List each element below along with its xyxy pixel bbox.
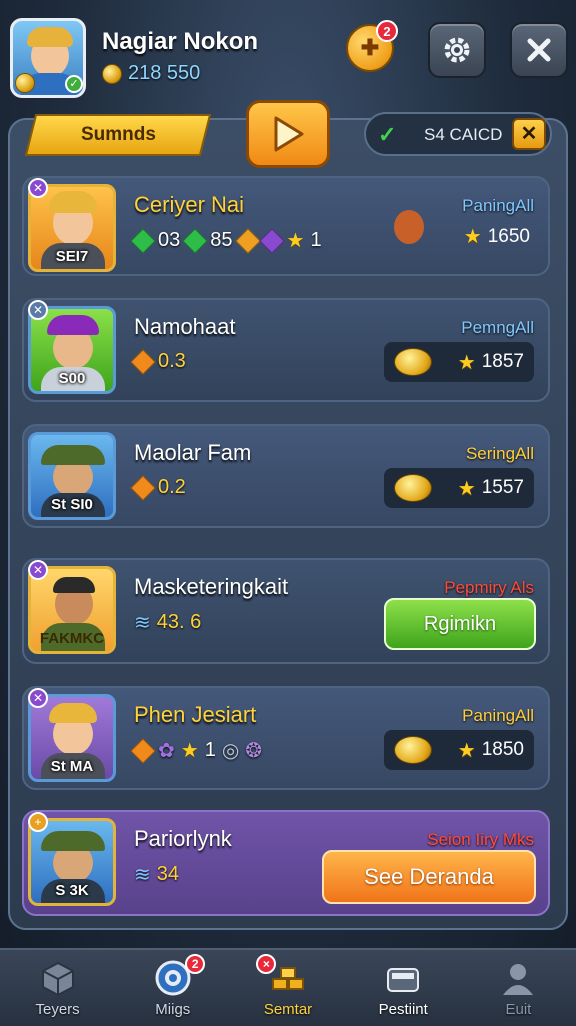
character-token-icon — [394, 210, 424, 244]
rgimikn-button[interactable]: Rgimikn — [384, 598, 536, 650]
row-score: ★ 1650 — [463, 225, 530, 249]
check-icon: ✓ — [378, 122, 397, 147]
row-status-label: Pepmiry Als — [444, 578, 534, 597]
green-gem-icon — [130, 227, 156, 254]
nav-item-semtar[interactable]: Semtar × — [230, 950, 345, 1026]
status-pill: ✓ S4 CAICD ✕ — [364, 112, 552, 156]
wallet-icon — [387, 968, 420, 992]
verified-check-icon: ✓ — [65, 75, 83, 93]
row-status-label: PaningAll — [462, 196, 534, 215]
star-icon: ★ — [457, 351, 476, 374]
close-icon — [527, 38, 551, 62]
row-score: ★ 1557 — [384, 468, 534, 508]
portrait-tag: S00 — [58, 370, 86, 387]
close-icon: ✕ — [520, 123, 538, 145]
orange-gem-icon — [130, 348, 156, 375]
player-name: Ceriyer Nai — [134, 192, 245, 217]
status-pill-label: S4 CAICD — [424, 125, 503, 144]
nav-badge: 2 — [185, 954, 206, 974]
player-name: Pariorlynk — [134, 826, 232, 851]
player-stats: ≋ 34 — [134, 863, 180, 886]
layers-icon: ≋ — [134, 612, 151, 634]
row-score: ★ 1850 — [384, 730, 534, 770]
player-avatar[interactable]: ✓ — [10, 18, 86, 98]
player-stats: ≋ 43. 6 — [134, 611, 202, 634]
summary-tab[interactable]: Sumnds — [24, 114, 212, 156]
coin-icon — [394, 348, 432, 376]
player-name: Nagiar Nokon — [102, 28, 259, 55]
notification-badge: 2 — [376, 20, 398, 42]
coin-icon — [394, 736, 432, 764]
row-status-label: PemngAll — [461, 318, 534, 337]
row-status-label: PaningAll — [462, 706, 534, 725]
gear-icon — [444, 37, 470, 63]
bottom-nav: Teyers Miigs 2 Semtar × Pestiint Euit — [0, 948, 576, 1026]
play-icon — [274, 116, 304, 152]
coin-icon — [394, 474, 432, 502]
player-name: Phen Jesiart — [134, 702, 257, 727]
row-status-label: Seion Iiry Mks — [427, 830, 534, 849]
gear-token-icon: ◎ — [221, 740, 240, 762]
star-icon: ★ — [463, 226, 482, 248]
close-button[interactable] — [510, 22, 568, 78]
user-icon — [503, 964, 534, 995]
player-portrait: St SI0 — [28, 432, 116, 520]
rank-badge-icon: ✕ — [28, 300, 48, 320]
portrait-tag: SEI7 — [55, 248, 89, 265]
see-deranda-button[interactable]: See Deranda — [322, 850, 536, 904]
rank-badge-icon: + — [28, 812, 48, 832]
rank-badge-icon: ✕ — [28, 560, 48, 580]
avatar-coin-icon — [15, 73, 35, 93]
portrait-tag: FAKMKC — [39, 630, 105, 647]
list-item[interactable]: St MA ✕ Phen Jesiart ✿ ★ 1 ◎ ❂ PaningAll… — [22, 686, 550, 790]
row-score: ★ 1857 — [384, 342, 534, 382]
star-icon: ★ — [457, 477, 476, 500]
dismiss-button[interactable]: ✕ — [512, 118, 546, 150]
list-item[interactable]: St SI0 Maolar Fam 0.2 SeringAll ★ 1557 — [22, 424, 550, 528]
portrait-tag: S 3K — [55, 882, 89, 899]
player-name: Maolar Fam — [134, 440, 252, 465]
list-item[interactable]: FAKMKC ✕ Masketeringkait ≋ 43. 6 Pepmiry… — [22, 558, 550, 664]
nav-item-teyers[interactable]: Teyers — [0, 950, 115, 1026]
orange-gem-icon — [234, 227, 261, 254]
coin-icon — [102, 63, 122, 84]
orange-gem-icon — [130, 474, 156, 501]
row-status-label: SeringAll — [465, 444, 534, 463]
star-icon: ★ — [457, 739, 476, 762]
crate-icon — [41, 961, 74, 997]
layers-icon: ≋ — [134, 864, 151, 886]
play-button[interactable] — [246, 100, 330, 168]
coin-balance: 218 550 — [102, 62, 200, 85]
player-name: Namohaat — [134, 314, 236, 339]
nav-item-euit[interactable]: Euit — [461, 950, 576, 1026]
green-gem-icon — [182, 227, 208, 254]
rank-badge-icon: ✕ — [28, 178, 48, 198]
portrait-tag: St SI0 — [51, 496, 93, 513]
player-name: Masketeringkait — [134, 574, 289, 599]
nav-item-miigs[interactable]: Miigs 2 — [115, 950, 230, 1026]
player-stats: 0.3 — [130, 348, 186, 375]
flower-icon: ✿ — [158, 740, 175, 762]
star-icon: ★ — [180, 740, 199, 762]
avatar-hair — [27, 27, 73, 47]
star-icon: ★ — [286, 230, 305, 252]
gamepad-icon: ✚ — [360, 35, 380, 60]
portrait-tag: St MA — [50, 758, 94, 775]
purple-token-icon: ❂ — [245, 740, 263, 762]
player-stats: 03 85 ★ 1 — [130, 227, 322, 254]
list-item[interactable]: SEI7 ✕ Ceriyer Nai 03 85 ★ 1 PaningAll ★… — [22, 176, 550, 276]
rank-badge-icon: ✕ — [28, 688, 48, 708]
summary-tab-label: Sumnds — [80, 124, 156, 145]
settings-button[interactable] — [428, 22, 486, 78]
player-stats: 0.2 — [130, 474, 186, 501]
list-item[interactable]: S00 ✕ Namohaat 0.3 PemngAll ★ 1857 — [22, 298, 550, 402]
list-item[interactable]: S 3K + Pariorlynk ≋ 34 Seion Iiry Mks Se… — [22, 810, 550, 916]
nav-item-pestiint[interactable]: Pestiint — [346, 950, 461, 1026]
player-stats: ✿ ★ 1 ◎ ❂ — [130, 737, 263, 764]
orange-gem-icon — [130, 737, 156, 764]
purple-gem-icon — [258, 227, 285, 254]
coin-balance-value: 218 550 — [128, 62, 201, 84]
